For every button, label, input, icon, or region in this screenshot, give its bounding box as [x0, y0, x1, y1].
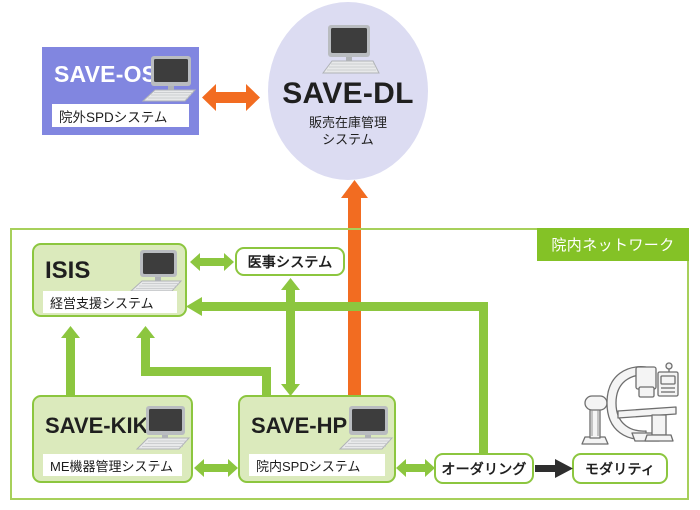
- desktop-computer-icon: [334, 405, 394, 451]
- node-save-dl-subtitle: 販売在庫管理 システム: [309, 114, 387, 148]
- connector-save-hp-to-isis-vertical-left: [141, 336, 150, 371]
- c-arm-xray-machine-icon: [560, 358, 680, 450]
- connector-ordering-to-isis-arrowhead: [186, 297, 202, 316]
- node-modality[interactable]: モダリティ: [572, 453, 668, 484]
- connector-ordering-to-isis-vertical: [479, 302, 488, 454]
- node-save-hp[interactable]: SAVE-HP 院内SPDシステム: [238, 395, 396, 483]
- connector-save-hp-arrowhead-down: [281, 384, 300, 396]
- node-save-dl-subtitle-line1: 販売在庫管理: [308, 114, 387, 130]
- connector-medical-system-arrowhead-up: [281, 278, 300, 290]
- connector-save-kiki-to-isis-arrowhead: [61, 326, 80, 338]
- node-ordering[interactable]: オーダリング: [434, 453, 534, 484]
- node-save-os[interactable]: SAVE-OS 院外SPDシステム: [42, 47, 199, 135]
- desktop-computer-icon: [315, 24, 381, 76]
- node-save-hp-subtitle: 院内SPDシステム: [249, 454, 385, 476]
- connector-save-os-to-save-dl: [202, 82, 260, 113]
- connector-save-hp-to-ordering: [396, 458, 435, 478]
- node-isis[interactable]: ISIS 経営支援システム: [32, 243, 187, 317]
- node-save-hp-title: SAVE-HP: [251, 413, 348, 438]
- node-save-dl[interactable]: SAVE-DL 販売在庫管理 システム: [268, 2, 428, 180]
- desktop-computer-icon: [125, 249, 183, 293]
- connector-save-hp-to-save-dl-arrowhead: [341, 180, 368, 198]
- node-save-kiki[interactable]: SAVE-KIKI ME機器管理システム: [32, 395, 193, 483]
- diagram-canvas: SAVE-OS 院外SPDシステム SAVE-DL 販売在庫管理 システム 院内…: [0, 0, 700, 510]
- connector-ordering-to-modality: [535, 459, 573, 478]
- connector-save-kiki-to-isis-shaft: [66, 336, 75, 396]
- node-save-dl-title: SAVE-DL: [282, 77, 414, 110]
- node-medical-system[interactable]: 医事システム: [235, 247, 345, 276]
- connector-save-kiki-to-save-hp: [194, 458, 238, 478]
- node-save-kiki-subtitle: ME機器管理システム: [43, 454, 182, 476]
- desktop-computer-icon: [131, 405, 191, 451]
- node-save-dl-subtitle-line2: システム: [322, 131, 374, 147]
- connector-isis-to-medical-system: [190, 252, 234, 272]
- node-isis-title: ISIS: [45, 257, 91, 284]
- node-save-os-subtitle: 院外SPDシステム: [52, 104, 189, 127]
- connector-ordering-to-isis-horizontal: [200, 302, 488, 311]
- desktop-computer-icon: [135, 55, 197, 103]
- node-isis-subtitle: 経営支援システム: [43, 291, 177, 313]
- connector-save-hp-to-isis-horizontal: [141, 367, 271, 376]
- hospital-network-label: 院内ネットワーク: [537, 228, 689, 261]
- connector-save-hp-to-isis-arrowhead: [136, 326, 155, 338]
